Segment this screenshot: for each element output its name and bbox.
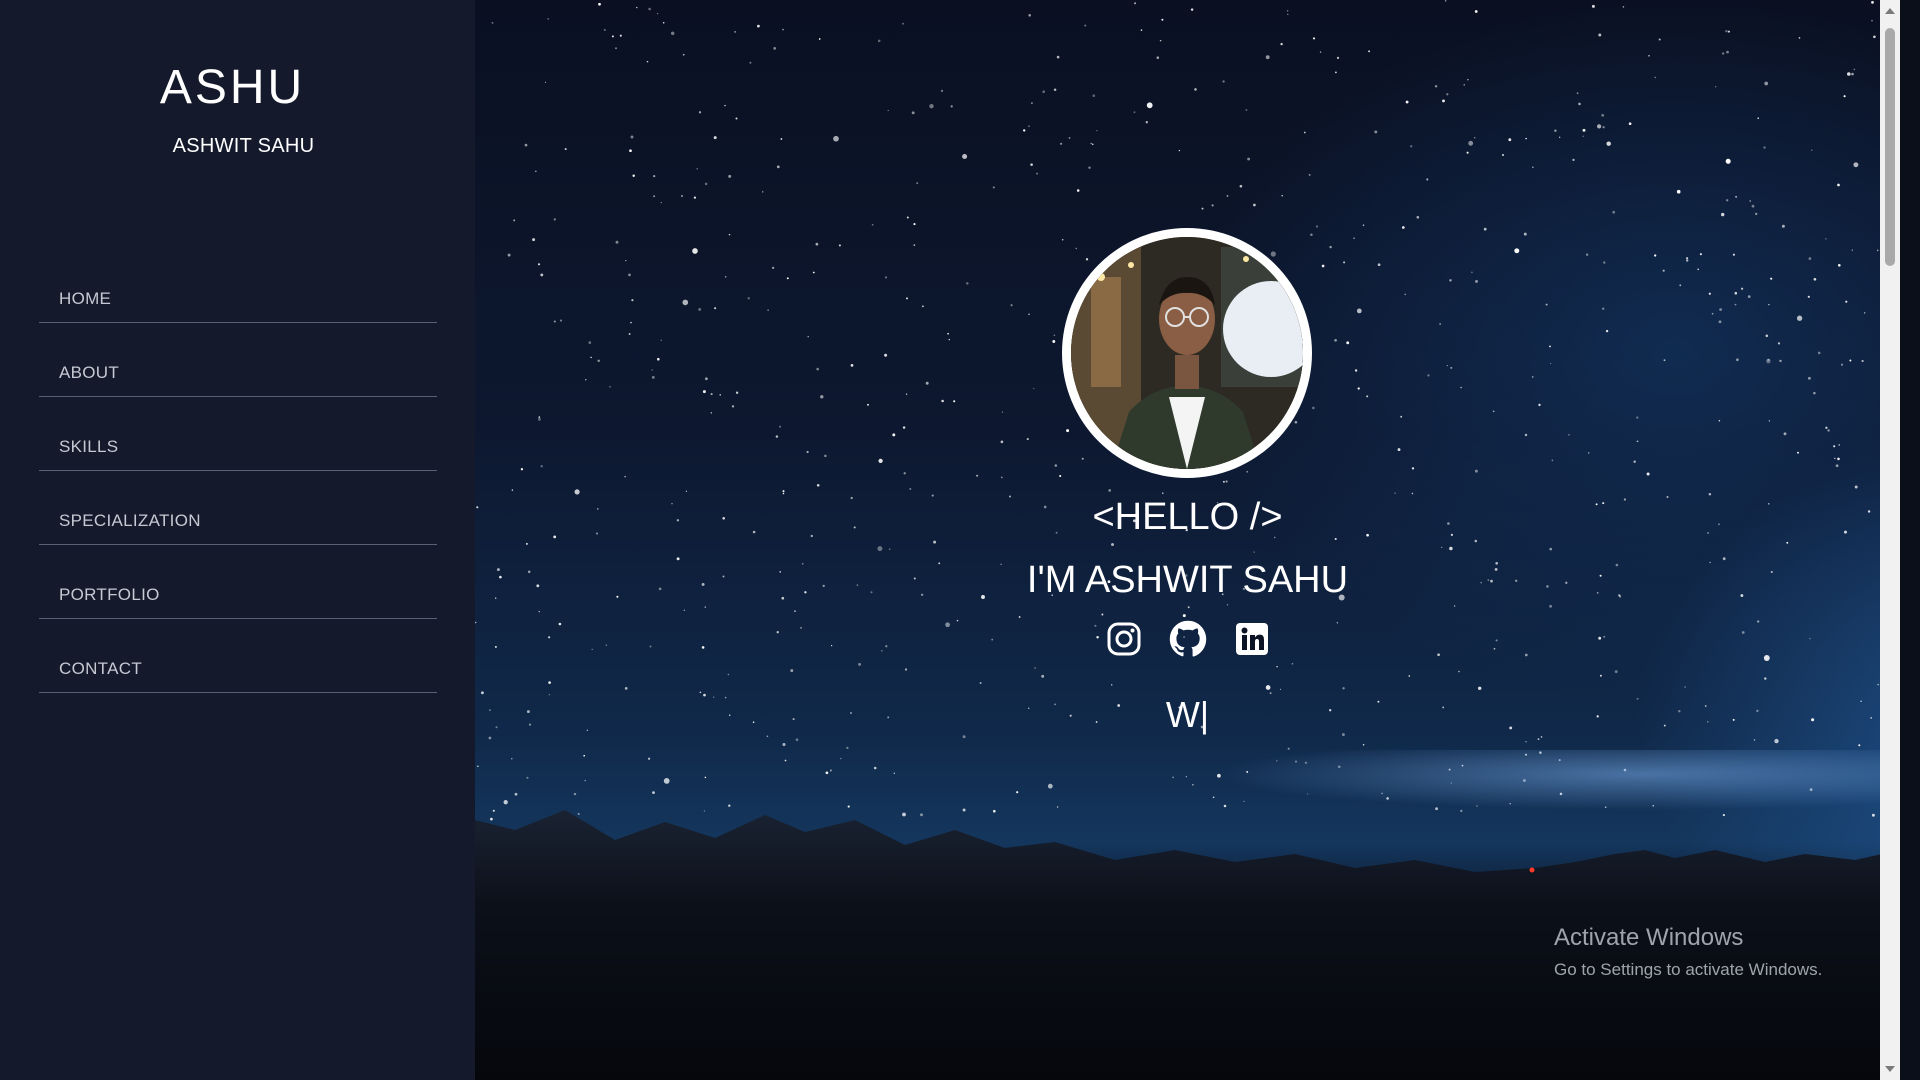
social-links [475, 620, 1900, 658]
linkedin-icon[interactable] [1233, 620, 1271, 658]
nav-item-label: SPECIALIZATION [59, 511, 201, 530]
typing-text: W| [1165, 694, 1210, 735]
watermark-title: Activate Windows [1554, 924, 1744, 951]
nav-item-label: PORTFOLIO [59, 585, 160, 604]
mountain-silhouette [475, 750, 1900, 1080]
github-icon[interactable] [1169, 620, 1207, 658]
windows-activation-watermark: Activate Windows Go to Settings to activ… [1554, 924, 1822, 980]
brand-full-name: ASHWIT SAHU [172, 134, 315, 157]
nav-item-label: SKILLS [59, 437, 119, 456]
watermark-subtitle: Go to Settings to activate Windows. [1554, 960, 1823, 979]
scroll-down-arrow-icon[interactable] [1885, 1066, 1895, 1072]
nav-item-label: HOME [59, 289, 112, 308]
nav-item-portfolio[interactable]: PORTFOLIO [39, 546, 437, 619]
scrollbar-thumb[interactable] [1885, 28, 1895, 266]
brand: ASHU ASHWIT SAHU [0, 0, 475, 158]
nav-item-specialization[interactable]: SPECIALIZATION [39, 472, 437, 545]
nav-item-skills[interactable]: SKILLS [39, 398, 437, 471]
nav-item-home[interactable]: HOME [39, 250, 437, 323]
nav-item-label: ABOUT [59, 363, 120, 382]
nav-item-contact[interactable]: CONTACT [39, 620, 437, 693]
nav-item-about[interactable]: ABOUT [39, 324, 437, 397]
person-photo-icon [1071, 237, 1303, 469]
page: ASHU ASHWIT SAHU HOME ABOUT SKILLS SPECI… [0, 0, 1920, 1080]
hero-greeting: <HELLO /> [1092, 496, 1283, 538]
instagram-icon[interactable] [1105, 620, 1143, 658]
brand-logo[interactable]: ASHU [0, 61, 465, 115]
profile-photo-frame [1062, 228, 1312, 478]
vertical-scrollbar[interactable] [1880, 0, 1900, 1080]
sidebar-nav: HOME ABOUT SKILLS SPECIALIZATION PORTFOL… [39, 250, 437, 694]
sidebar: ASHU ASHWIT SAHU HOME ABOUT SKILLS SPECI… [0, 0, 475, 1080]
avatar [1071, 237, 1303, 469]
nav-item-label: CONTACT [59, 659, 142, 678]
hero-section: <HELLO /> I'M ASHWIT SAHU W| Activate Wi… [475, 0, 1900, 1080]
scroll-up-arrow-icon[interactable] [1885, 8, 1895, 14]
hero-intro: I'M ASHWIT SAHU [1026, 559, 1349, 601]
